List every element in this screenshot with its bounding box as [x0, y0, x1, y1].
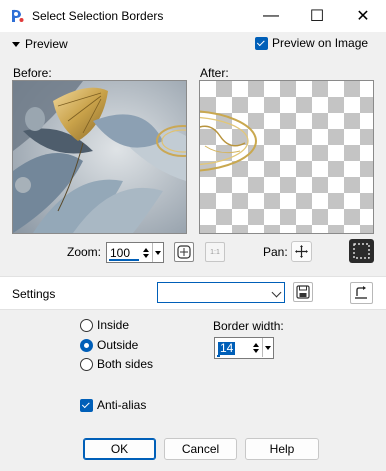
chevron-down-icon: [271, 287, 282, 298]
radio-both-sides-label: Both sides: [97, 357, 154, 371]
zoom-spinner[interactable]: [141, 243, 151, 262]
window-title: Select Selection Borders: [32, 9, 164, 23]
help-button[interactable]: Help: [245, 438, 319, 460]
selection-marquee-button[interactable]: [349, 239, 374, 263]
radio-inside[interactable]: Inside: [80, 318, 129, 332]
after-preview[interactable]: [199, 80, 374, 234]
pan-cross-icon: [295, 245, 308, 258]
checkbox-checked-icon: [80, 398, 93, 412]
radio-both-sides[interactable]: Both sides: [80, 357, 153, 371]
preview-on-image-label: Preview on Image: [272, 36, 369, 50]
border-width-label: Border width:: [213, 319, 284, 333]
maximize-button[interactable]: ☐: [294, 0, 340, 32]
checkbox-checked-icon: [255, 36, 268, 50]
before-preview-image: [13, 81, 186, 233]
ok-button[interactable]: OK: [83, 438, 156, 460]
border-width-input[interactable]: 14: [214, 337, 274, 359]
spin-down-icon[interactable]: [253, 348, 259, 353]
before-preview[interactable]: [12, 80, 187, 234]
zoom-input[interactable]: 100: [106, 242, 164, 263]
close-button[interactable]: ✕: [340, 0, 386, 32]
collapse-triangle-icon: [12, 41, 20, 47]
settings-label: Settings: [12, 287, 56, 301]
preview-toggle-label: Preview: [25, 37, 68, 51]
after-preview-logo: [200, 110, 257, 172]
actual-size-icon: 1:1: [210, 248, 220, 256]
close-icon: ✕: [356, 8, 370, 25]
border-width-dropdown-button[interactable]: [262, 338, 272, 357]
app-icon: [12, 9, 24, 22]
save-preset-icon: [296, 285, 310, 299]
fit-window-icon: [177, 245, 191, 259]
preset-dropdown[interactable]: [157, 282, 285, 303]
minimize-icon: —: [263, 7, 279, 24]
zoom-label: Zoom:: [67, 245, 102, 259]
border-width-spinner[interactable]: [251, 338, 261, 357]
marquee-icon: [353, 243, 370, 259]
reset-default-icon: [355, 286, 367, 299]
spin-up-icon[interactable]: [143, 247, 149, 252]
dropdown-arrow-icon: [154, 250, 161, 255]
zoom-fit-button[interactable]: [174, 242, 194, 262]
dropdown-arrow-icon: [264, 345, 271, 350]
spin-up-icon[interactable]: [253, 342, 259, 347]
reset-to-default-button[interactable]: [350, 282, 373, 304]
after-label: After:: [200, 66, 229, 80]
anti-alias-label: Anti-alias: [97, 398, 147, 412]
pan-label: Pan:: [263, 245, 288, 259]
radio-inside-label: Inside: [97, 318, 130, 332]
preview-section-toggle[interactable]: Preview: [12, 37, 68, 51]
save-preset-button[interactable]: [293, 282, 313, 302]
zoom-dropdown-button[interactable]: [152, 243, 162, 262]
radio-selected-icon: [80, 338, 93, 352]
radio-outside-label: Outside: [97, 338, 139, 352]
radio-unselected-icon: [80, 357, 93, 371]
zoom-slider-underline[interactable]: [109, 259, 139, 261]
spin-down-icon[interactable]: [143, 253, 149, 258]
radio-unselected-icon: [80, 318, 93, 332]
actual-size-button[interactable]: 1:1: [205, 242, 225, 262]
maximize-icon: ☐: [309, 8, 325, 25]
cancel-button[interactable]: Cancel: [164, 438, 237, 460]
anti-alias-checkbox[interactable]: Anti-alias: [80, 398, 146, 412]
border-width-value[interactable]: 14: [218, 342, 236, 355]
zoom-value[interactable]: 100: [110, 246, 130, 260]
minimize-button[interactable]: —: [248, 0, 294, 32]
pan-button[interactable]: [291, 241, 312, 262]
radio-outside[interactable]: Outside: [80, 338, 138, 352]
border-width-slider-underline[interactable]: [217, 355, 220, 357]
preview-on-image-checkbox[interactable]: Preview on Image: [255, 36, 368, 50]
before-label: Before:: [13, 66, 52, 80]
